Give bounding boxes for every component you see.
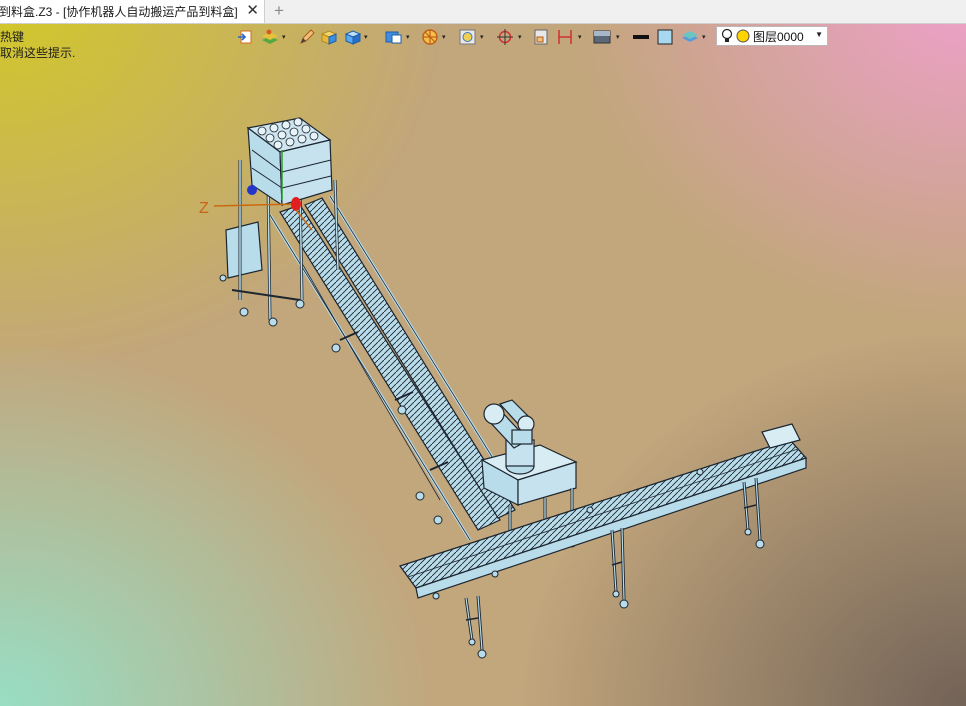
solid-box-icon[interactable] <box>320 27 338 47</box>
dimension-icon[interactable]: ▾ <box>556 27 582 47</box>
sheet-icon[interactable] <box>532 27 550 47</box>
section-view-icon[interactable]: ▾ <box>420 27 446 47</box>
hint-hotkeys: 热键 <box>0 30 25 44</box>
3d-viewport[interactable]: Z <box>0 0 966 706</box>
lightbulb-icon[interactable] <box>721 28 733 44</box>
layer-manager-icon[interactable]: ▾ <box>260 27 286 47</box>
document-tab[interactable]: 到料盒.Z3 - [协作机器人自动搬运产品到料盒] ✕ <box>0 0 265 23</box>
chevron-down-icon[interactable]: ▼ <box>815 30 823 39</box>
layer-name: 图层0000 <box>753 29 804 44</box>
layer-color-icon <box>736 29 750 43</box>
background-icon[interactable]: ▾ <box>592 27 620 47</box>
exit-view-icon[interactable] <box>236 27 254 47</box>
hint-dismiss[interactable]: 取消这些提示. <box>0 44 75 61</box>
line-style-icon[interactable] <box>632 27 650 47</box>
color-swatch-icon[interactable] <box>656 27 674 47</box>
model-scene[interactable]: Z <box>0 0 966 706</box>
close-tab-icon[interactable]: ✕ <box>246 2 259 20</box>
new-tab-icon[interactable]: + <box>270 1 288 21</box>
view-center-icon[interactable]: ▾ <box>496 27 522 47</box>
shaded-solid-icon[interactable]: ▾ <box>344 27 368 47</box>
document-tab-bar: 到料盒.Z3 - [协作机器人自动搬运产品到料盒] ✕ + <box>0 0 966 24</box>
layer-stack-icon[interactable]: ▾ <box>680 27 706 47</box>
document-tab-title: 到料盒.Z3 - [协作机器人自动搬运产品到料盒] <box>0 5 238 19</box>
pencil-icon[interactable] <box>298 27 316 47</box>
layer-dropdown[interactable]: 图层0000 ▼ <box>716 26 828 46</box>
render-view-icon[interactable]: ▾ <box>458 27 484 47</box>
display-mode-icon[interactable]: ▾ <box>384 27 410 47</box>
z-axis-label: Z <box>199 200 209 217</box>
